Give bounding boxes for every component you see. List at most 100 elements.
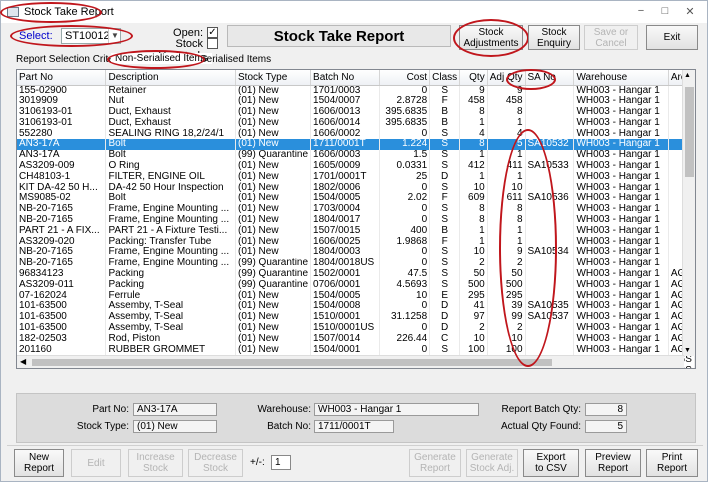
col-sa-no[interactable]: SA No bbox=[525, 70, 575, 86]
tab-serialised[interactable]: Serialised Items bbox=[200, 54, 271, 65]
open-checkbox[interactable]: ✓ bbox=[207, 27, 218, 38]
exit-button[interactable]: Exit bbox=[646, 25, 698, 50]
table-row[interactable]: 182-02503 Rod, Piston (01) New 1507/0014 226… bbox=[17, 333, 695, 345]
print-report-button[interactable]: Print Report bbox=[646, 449, 698, 477]
table-cell: 3106193-01 bbox=[17, 117, 107, 129]
chevron-down-icon[interactable]: ▼ bbox=[108, 29, 121, 43]
table-cell: PART 21 - A Fixture Testi... bbox=[105, 225, 236, 237]
table-cell: WH003 - Hangar 1 bbox=[573, 333, 669, 345]
horizontal-scroll-thumb[interactable] bbox=[32, 359, 552, 366]
save-cancel-button[interactable]: Save or Cancel bbox=[584, 25, 638, 50]
stock-updated-checkbox[interactable] bbox=[207, 38, 218, 49]
col-class[interactable]: Class bbox=[429, 70, 461, 86]
table-row[interactable]: 552280 SEALING RING 18,2/24/1 (01) New 1606… bbox=[17, 128, 695, 139]
stock-adjustments-button[interactable]: Stock Adjustments bbox=[459, 25, 523, 50]
table-row[interactable]: MS9085-02 Bolt (01) New 1504/0005 2.02 F 609 61… bbox=[17, 192, 695, 204]
table-row[interactable]: NB-20-7165 Frame, Engine Mounting ... (99)… bbox=[17, 257, 695, 269]
generate-report-button[interactable]: Generate Report bbox=[409, 449, 461, 477]
table-cell: B bbox=[429, 106, 461, 118]
minimize-icon[interactable]: − bbox=[632, 5, 650, 17]
table-cell: 609 bbox=[459, 192, 488, 204]
table-cell: 3106193-01 bbox=[17, 106, 107, 118]
vertical-scroll-thumb[interactable] bbox=[685, 87, 694, 177]
table-row[interactable]: AN3-17A Bolt (99) Quarantine 1606/0003 1.5 S 1… bbox=[17, 149, 695, 161]
col-adj-qty[interactable]: Adj Qty bbox=[487, 70, 526, 86]
table-row[interactable]: 101-63500 Assemby, T-Seal (01) New 1510/000… bbox=[17, 322, 695, 334]
col-part-no[interactable]: Part No bbox=[17, 70, 107, 86]
save-cancel-line1: Save or bbox=[593, 26, 629, 38]
table-cell: D bbox=[429, 300, 461, 312]
table-cell: Retainer bbox=[105, 85, 236, 96]
horizontal-scrollbar[interactable]: ◀ bbox=[17, 355, 684, 368]
table-row[interactable]: AS3209-011 Packing (99) Quarantine 0706/000… bbox=[17, 279, 695, 291]
table-cell: 0 bbox=[379, 257, 431, 269]
table-cell: WH003 - Hangar 1 bbox=[573, 192, 669, 204]
increase-stock-line1: Increase bbox=[136, 452, 175, 463]
tab-report-selection[interactable]: Report Selection Criteria bbox=[16, 54, 125, 65]
table-row[interactable]: 101-63500 Assemby, T-Seal (01) New 1510/000… bbox=[17, 311, 695, 323]
table-row[interactable]: AN3-17A Bolt (01) New 1711/0001T 1.224 S 8 5 SA1… bbox=[17, 138, 695, 150]
stock-items-grid[interactable]: Part No Description Stock Type Batch No … bbox=[16, 69, 696, 369]
edit-button[interactable]: Edit bbox=[71, 449, 121, 477]
table-row[interactable]: 96834123 Packing (99) Quarantine 1502/0001 4… bbox=[17, 268, 695, 280]
table-row[interactable]: 3019909 Nut (01) New 1504/0007 2.8728 F 458 458… bbox=[17, 95, 695, 107]
table-cell: (01) New bbox=[235, 246, 312, 258]
new-report-button[interactable]: New Report bbox=[14, 449, 64, 477]
scroll-up-icon[interactable]: ▲ bbox=[684, 72, 691, 79]
decrease-stock-button[interactable]: Decrease Stock bbox=[188, 449, 243, 477]
vertical-scrollbar[interactable]: ▲ ▼ bbox=[682, 70, 695, 356]
preview-report-button[interactable]: Preview Report bbox=[585, 449, 641, 477]
scroll-left-icon[interactable]: ◀ bbox=[20, 357, 26, 366]
table-cell: Assemby, T-Seal bbox=[105, 311, 236, 323]
table-cell: WH003 - Hangar 1 bbox=[573, 290, 669, 301]
generate-stock-adj-button[interactable]: Generate Stock Adj. bbox=[466, 449, 518, 477]
table-row[interactable]: PART 21 - A FIX... PART 21 - A Fixture Te… bbox=[17, 225, 695, 237]
tab-non-serialised[interactable]: Non-Serialised Items bbox=[111, 53, 212, 64]
stock-enquiry-line1: Stock bbox=[541, 26, 567, 38]
table-row[interactable]: 3106193-01 Duct, Exhaust (01) New 1606/0014… bbox=[17, 117, 695, 129]
table-row[interactable]: 101-63500 Assemby, T-Seal (01) New 1504/000… bbox=[17, 300, 695, 312]
table-row[interactable]: 07-162024 Ferrule (01) New 1504/0005 10 E 295 2… bbox=[17, 290, 695, 301]
table-cell: B bbox=[429, 225, 461, 237]
table-cell: 99 bbox=[487, 311, 526, 323]
table-row[interactable]: NB-20-7165 Frame, Engine Mounting ... (01)… bbox=[17, 246, 695, 258]
col-qty[interactable]: Qty bbox=[459, 70, 488, 86]
table-cell: (99) Quarantine bbox=[235, 268, 312, 280]
table-row[interactable]: NB-20-7165 Frame, Engine Mounting ... (01)… bbox=[17, 203, 695, 215]
col-batch-no[interactable]: Batch No bbox=[310, 70, 380, 86]
table-cell: 2 bbox=[487, 257, 526, 269]
table-cell bbox=[525, 279, 575, 291]
table-cell: Bolt bbox=[105, 138, 236, 150]
table-row[interactable]: 201160 RUBBER GROMMET (01) New 1504/0001 0 S 1… bbox=[17, 344, 695, 355]
table-cell: 1 bbox=[487, 171, 526, 183]
stock-enquiry-button[interactable]: Stock Enquiry bbox=[528, 25, 580, 50]
table-row[interactable]: NB-20-7165 Frame, Engine Mounting ... (01)… bbox=[17, 214, 695, 226]
table-cell: 1804/0003 bbox=[310, 246, 380, 258]
col-warehouse[interactable]: Warehouse bbox=[573, 70, 669, 86]
table-cell: F bbox=[429, 95, 461, 107]
maximize-icon[interactable]: □ bbox=[656, 5, 674, 17]
table-cell: 100 bbox=[459, 344, 488, 355]
table-cell: WH003 - Hangar 1 bbox=[573, 236, 669, 247]
scroll-down-icon[interactable]: ▼ bbox=[684, 347, 691, 354]
table-cell: Packing: Transfer Tube bbox=[105, 236, 236, 247]
table-cell: 1701/0003 bbox=[310, 85, 380, 96]
table-row[interactable]: AS3209-009 O Ring (01) New 1605/0009 0.0331 S… bbox=[17, 160, 695, 172]
table-row[interactable]: CH48103-1 FILTER, ENGINE OIL (01) New 1701/… bbox=[17, 171, 695, 183]
table-cell: 0 bbox=[379, 128, 431, 139]
increase-stock-button[interactable]: Increase Stock bbox=[128, 449, 183, 477]
table-row[interactable]: KIT DA-42 50 H... DA-42 50 Hour Inspectio… bbox=[17, 182, 695, 193]
table-row[interactable]: 155-02900 Retainer (01) New 1701/0003 0 S 9 9 WH… bbox=[17, 85, 695, 96]
table-cell: 1 bbox=[459, 117, 488, 129]
warehouse-label: Warehouse: bbox=[257, 404, 311, 415]
col-stock-type[interactable]: Stock Type bbox=[235, 70, 312, 86]
col-cost[interactable]: Cost bbox=[379, 70, 431, 86]
table-cell: 1 bbox=[459, 171, 488, 183]
table-row[interactable]: AS3209-020 Packing: Transfer Tube (01) New… bbox=[17, 236, 695, 247]
col-description[interactable]: Description bbox=[105, 70, 236, 86]
export-csv-button[interactable]: Export to CSV bbox=[523, 449, 579, 477]
close-icon[interactable]: ✕ bbox=[681, 5, 699, 18]
quantity-stepper[interactable]: 1 bbox=[271, 455, 291, 470]
table-cell: S bbox=[429, 128, 461, 139]
table-row[interactable]: 3106193-01 Duct, Exhaust (01) New 1606/0013… bbox=[17, 106, 695, 118]
